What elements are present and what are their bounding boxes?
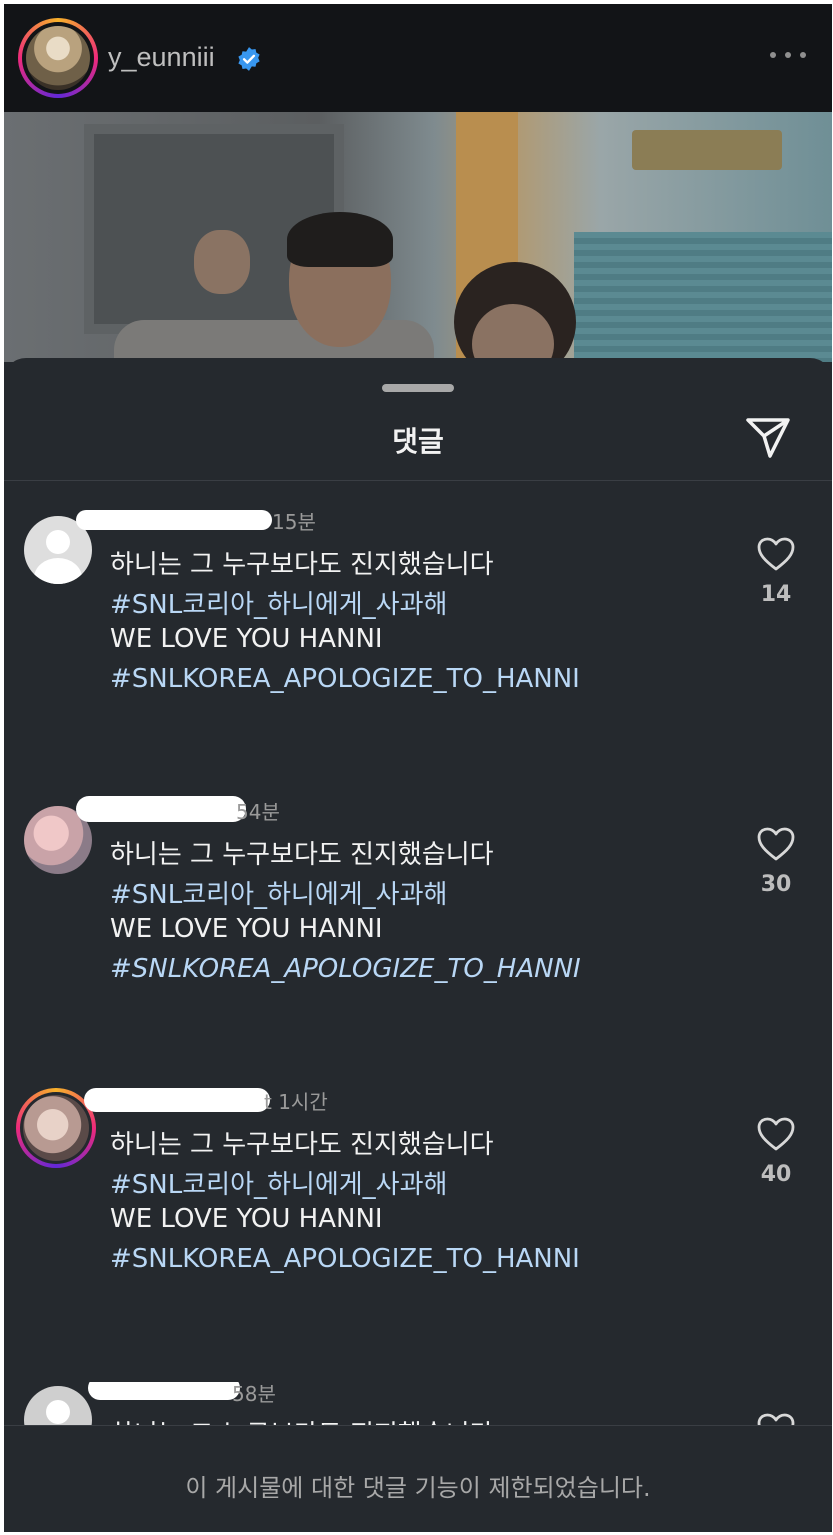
comment-item: 15분 하니는 그 누구보다도 진지했습니다 #SNL코리아_하니에게_사과해 … [4, 510, 832, 752]
verified-badge-icon [238, 47, 260, 71]
comment-hashtag[interactable]: #SNL코리아_하니에게_사과해 [110, 1164, 447, 1201]
sheet-divider [4, 480, 832, 481]
comment-text: WE LOVE YOU HANNI [110, 624, 383, 654]
sheet-title: 댓글 [392, 425, 444, 458]
send-icon[interactable] [744, 416, 792, 460]
like-heart-icon[interactable] [756, 536, 796, 572]
comment-hashtag[interactable]: #SNL코리아_하니에게_사과해 [110, 584, 447, 621]
comment-text: 하니는 그 누구보다도 진지했습니다 [110, 840, 494, 870]
redacted-username [76, 510, 272, 530]
comment-time: t 1시간 [264, 1090, 328, 1114]
drag-handle[interactable] [382, 384, 454, 392]
author-username[interactable]: y_eunniii [108, 42, 215, 73]
like-count: 14 [760, 582, 792, 607]
comments-restricted-bar: 이 게시물에 대한 댓글 기능이 제한되었습니다. [4, 1425, 832, 1532]
comments-sheet: 댓글 15분 하니는 그 누구보다도 진지했습니다 #SNL코리아_하니에게_사… [4, 358, 832, 1532]
like-heart-icon[interactable] [756, 826, 796, 862]
like-count: 30 [760, 872, 792, 897]
comment-hashtag[interactable]: #SNLKOREA_APOLOGIZE_TO_HANNI [110, 664, 580, 694]
post-header: y_eunniii [4, 4, 832, 112]
comment-hashtag[interactable]: #SNLKOREA_APOLOGIZE_TO_HANNI [110, 954, 581, 984]
comment-text: WE LOVE YOU HANNI [110, 914, 383, 944]
restricted-notice: 이 게시물에 대한 댓글 기능이 제한되었습니다. [185, 1474, 651, 1502]
more-dots-icon[interactable] [770, 52, 806, 62]
comment-time: 54분 [236, 800, 280, 824]
app-frame: y_eunniii 댓글 15분 하니는 그 누구보다도 진지했습니다 #SNL… [4, 4, 832, 1532]
comment-item: t 1시간 하니는 그 누구보다도 진지했습니다 #SNL코리아_하니에게_사과… [4, 1088, 832, 1332]
commenter-avatar[interactable] [24, 1386, 92, 1426]
like-heart-icon[interactable] [756, 1116, 796, 1152]
redacted-username [88, 1382, 240, 1400]
comment-text: 하니는 그 누구보다도 진지했습니다 [110, 1130, 494, 1160]
comment-time: 58분 [232, 1382, 276, 1406]
comment-time: 15분 [272, 510, 316, 534]
post-image [4, 112, 832, 362]
redacted-username [84, 1088, 270, 1112]
author-avatar[interactable] [18, 18, 98, 98]
comment-hashtag[interactable]: #SNLKOREA_APOLOGIZE_TO_HANNI [110, 1244, 580, 1274]
comment-text: WE LOVE YOU HANNI [110, 1204, 383, 1234]
comment-item: 54분 하니는 그 누구보다도 진지했습니다 #SNL코리아_하니에게_사과해 … [4, 796, 832, 1042]
comment-item: 58분 하니는 그 누구보다도 진지했습니다 [4, 1382, 832, 1426]
redacted-username [76, 796, 246, 822]
like-count: 40 [760, 1162, 792, 1187]
comment-hashtag[interactable]: #SNL코리아_하니에게_사과해 [110, 874, 447, 911]
like-heart-icon[interactable] [756, 1412, 796, 1426]
comment-text: 하니는 그 누구보다도 진지했습니다 [110, 550, 494, 580]
